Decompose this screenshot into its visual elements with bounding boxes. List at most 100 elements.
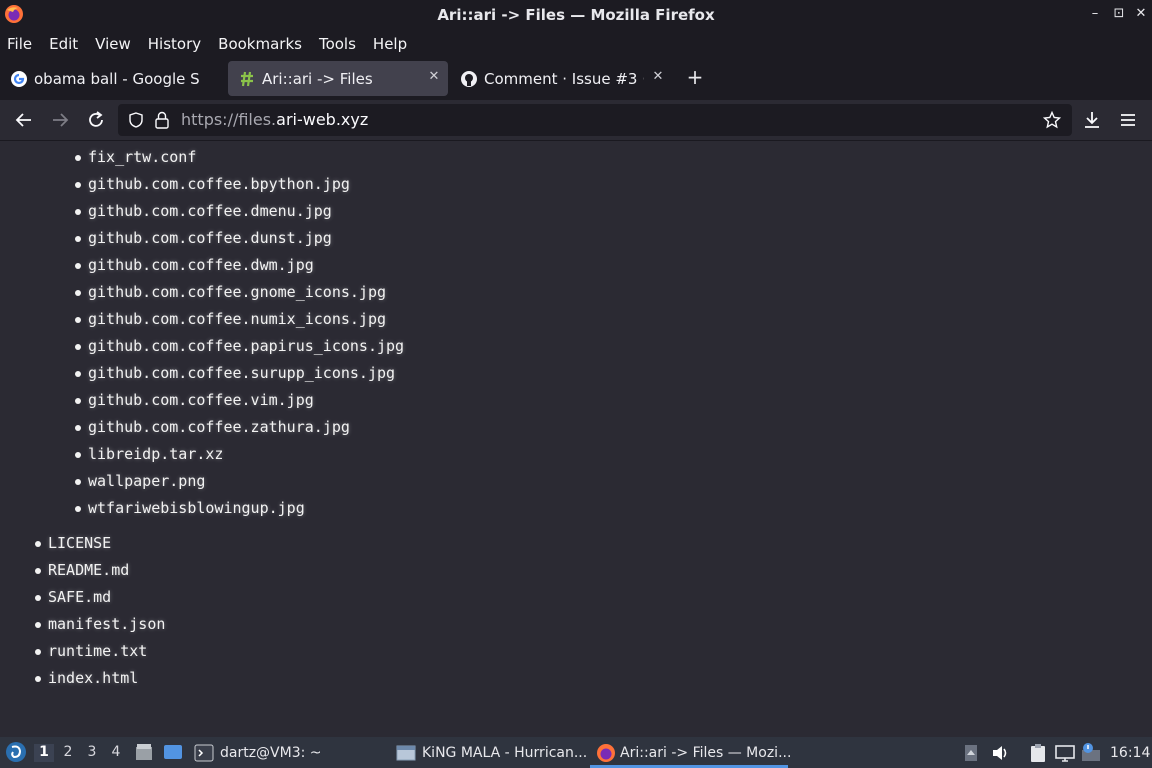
menu-history[interactable]: History	[148, 35, 201, 53]
window-icon	[396, 745, 416, 760]
taskbar-window-label: dartz@VM3: ~	[220, 744, 322, 761]
minimize-button[interactable]: –	[1086, 6, 1104, 21]
file-link[interactable]: github.com.coffee.surupp_icons.jpg	[75, 364, 395, 382]
desktop-icon[interactable]	[162, 742, 184, 762]
hamburger-menu-icon[interactable]	[1116, 109, 1140, 131]
list-bullet	[75, 344, 81, 350]
list-bullet	[75, 506, 81, 512]
taskbar-window-label: Ari::ari -> Files — Mozi...	[620, 744, 792, 761]
tray-arrow-icon[interactable]	[964, 744, 978, 762]
file-link[interactable]: github.com.coffee.bpython.jpg	[75, 175, 350, 193]
firefox-icon	[597, 743, 615, 762]
list-bullet	[75, 263, 81, 269]
menu-help[interactable]: Help	[373, 35, 407, 53]
forward-button[interactable]	[48, 109, 72, 131]
close-window-button[interactable]: ✕	[1132, 6, 1150, 21]
file-link[interactable]: github.com.coffee.dmenu.jpg	[75, 202, 332, 220]
window-title: Ari::ari -> Files — Mozilla Firefox	[437, 6, 715, 24]
downloads-button[interactable]	[1080, 109, 1104, 131]
file-link[interactable]: runtime.txt	[35, 642, 147, 660]
menu-file[interactable]: File	[7, 35, 32, 53]
file-link[interactable]: index.html	[35, 669, 138, 687]
maximize-button[interactable]: ⊡	[1110, 6, 1128, 21]
file-link[interactable]: manifest.json	[35, 615, 165, 633]
list-bullet	[35, 541, 41, 547]
list-bullet	[75, 155, 81, 161]
taskbar: 1 2 3 4 dartz@VM3: ~ KiNG MALA - Hurrica…	[0, 737, 1152, 768]
clipboard-icon[interactable]	[1028, 743, 1048, 763]
taskbar-clock[interactable]: 16:14	[1110, 737, 1150, 768]
file-link[interactable]: github.com.coffee.dwm.jpg	[75, 256, 314, 274]
file-link[interactable]: github.com.coffee.papirus_icons.jpg	[75, 337, 404, 355]
file-link[interactable]: libreidp.tar.xz	[75, 445, 223, 463]
menu-view[interactable]: View	[95, 35, 131, 53]
list-bullet	[75, 425, 81, 431]
notification-icon[interactable]	[1080, 742, 1102, 762]
terminal-icon	[194, 744, 214, 761]
list-bullet	[35, 676, 41, 682]
list-bullet	[75, 398, 81, 404]
workspace-3[interactable]: 3	[82, 744, 102, 762]
file-link[interactable]: SAFE.md	[35, 588, 111, 606]
close-tab-icon[interactable]: ✕	[426, 69, 442, 85]
url-host: ari-web.xyz	[276, 110, 369, 129]
file-link[interactable]: wtfariwebisblowingup.jpg	[75, 499, 305, 517]
list-bullet	[75, 236, 81, 242]
volume-icon[interactable]	[990, 743, 1010, 763]
menu-bookmarks[interactable]: Bookmarks	[218, 35, 302, 53]
taskbar-music-window[interactable]: KiNG MALA - Hurrican...	[396, 737, 588, 768]
file-link[interactable]: README.md	[35, 561, 129, 579]
network-icon[interactable]	[1054, 743, 1076, 763]
github-icon	[461, 70, 477, 87]
shield-icon[interactable]	[128, 112, 144, 128]
file-link[interactable]: LICENSE	[35, 534, 111, 552]
tab-google-search[interactable]: obama ball - Google Se	[0, 61, 226, 96]
list-bullet	[75, 317, 81, 323]
list-bullet	[35, 649, 41, 655]
url-text[interactable]: https://files.ari-web.xyz	[181, 110, 368, 129]
taskbar-firefox-window[interactable]: Ari::ari -> Files — Mozi...	[596, 737, 792, 768]
file-link[interactable]: github.com.coffee.numix_icons.jpg	[75, 310, 386, 328]
list-bullet	[35, 595, 41, 601]
list-bullet	[35, 622, 41, 628]
tab-label: Ari::ari -> Files	[262, 69, 373, 88]
window-titlebar: Ari::ari -> Files — Mozilla Firefox – ⊡ …	[0, 0, 1152, 30]
url-scheme: https://files.	[181, 110, 277, 129]
firefox-icon	[5, 5, 23, 23]
list-bullet	[75, 209, 81, 215]
file-link[interactable]: github.com.coffee.zathura.jpg	[75, 418, 350, 436]
file-link[interactable]: github.com.coffee.gnome_icons.jpg	[75, 283, 386, 301]
tab-label: obama ball - Google Se	[34, 69, 200, 88]
file-link[interactable]: wallpaper.png	[75, 472, 205, 490]
workspace-1[interactable]: 1	[34, 744, 54, 762]
taskbar-window-label: KiNG MALA - Hurrican...	[422, 744, 588, 761]
list-bullet	[75, 479, 81, 485]
ari-icon	[241, 71, 253, 86]
address-bar[interactable]: https://files.ari-web.xyz	[118, 104, 1072, 136]
list-bullet	[75, 452, 81, 458]
page-content: fix_rtw.conf github.com.coffee.bpython.j…	[0, 141, 1152, 737]
lock-icon[interactable]	[154, 111, 170, 129]
tab-ari-files[interactable]: Ari::ari -> Files ✕	[228, 61, 448, 96]
workspace-4[interactable]: 4	[106, 744, 126, 762]
tab-github-issue[interactable]: Comment · Issue #3 · ✕	[450, 61, 672, 96]
menu-bar: File Edit View History Bookmarks Tools H…	[0, 30, 1152, 57]
back-button[interactable]	[12, 109, 36, 131]
menu-tools[interactable]: Tools	[319, 35, 356, 53]
new-tab-button[interactable]: +	[684, 66, 706, 88]
file-link[interactable]: github.com.coffee.dunst.jpg	[75, 229, 332, 247]
start-menu-icon[interactable]	[5, 741, 27, 763]
reload-button[interactable]	[84, 109, 108, 131]
file-link[interactable]: github.com.coffee.vim.jpg	[75, 391, 314, 409]
file-link[interactable]: fix_rtw.conf	[75, 148, 196, 166]
taskbar-terminal-window[interactable]: dartz@VM3: ~	[194, 737, 384, 768]
menu-edit[interactable]: Edit	[49, 35, 78, 53]
list-bullet	[75, 290, 81, 296]
google-icon	[11, 70, 27, 87]
bookmark-star-icon[interactable]	[1043, 111, 1061, 129]
list-bullet	[75, 371, 81, 377]
list-bullet	[75, 182, 81, 188]
workspace-2[interactable]: 2	[58, 744, 78, 762]
file-manager-icon[interactable]	[134, 742, 154, 762]
close-tab-icon[interactable]: ✕	[650, 69, 666, 85]
